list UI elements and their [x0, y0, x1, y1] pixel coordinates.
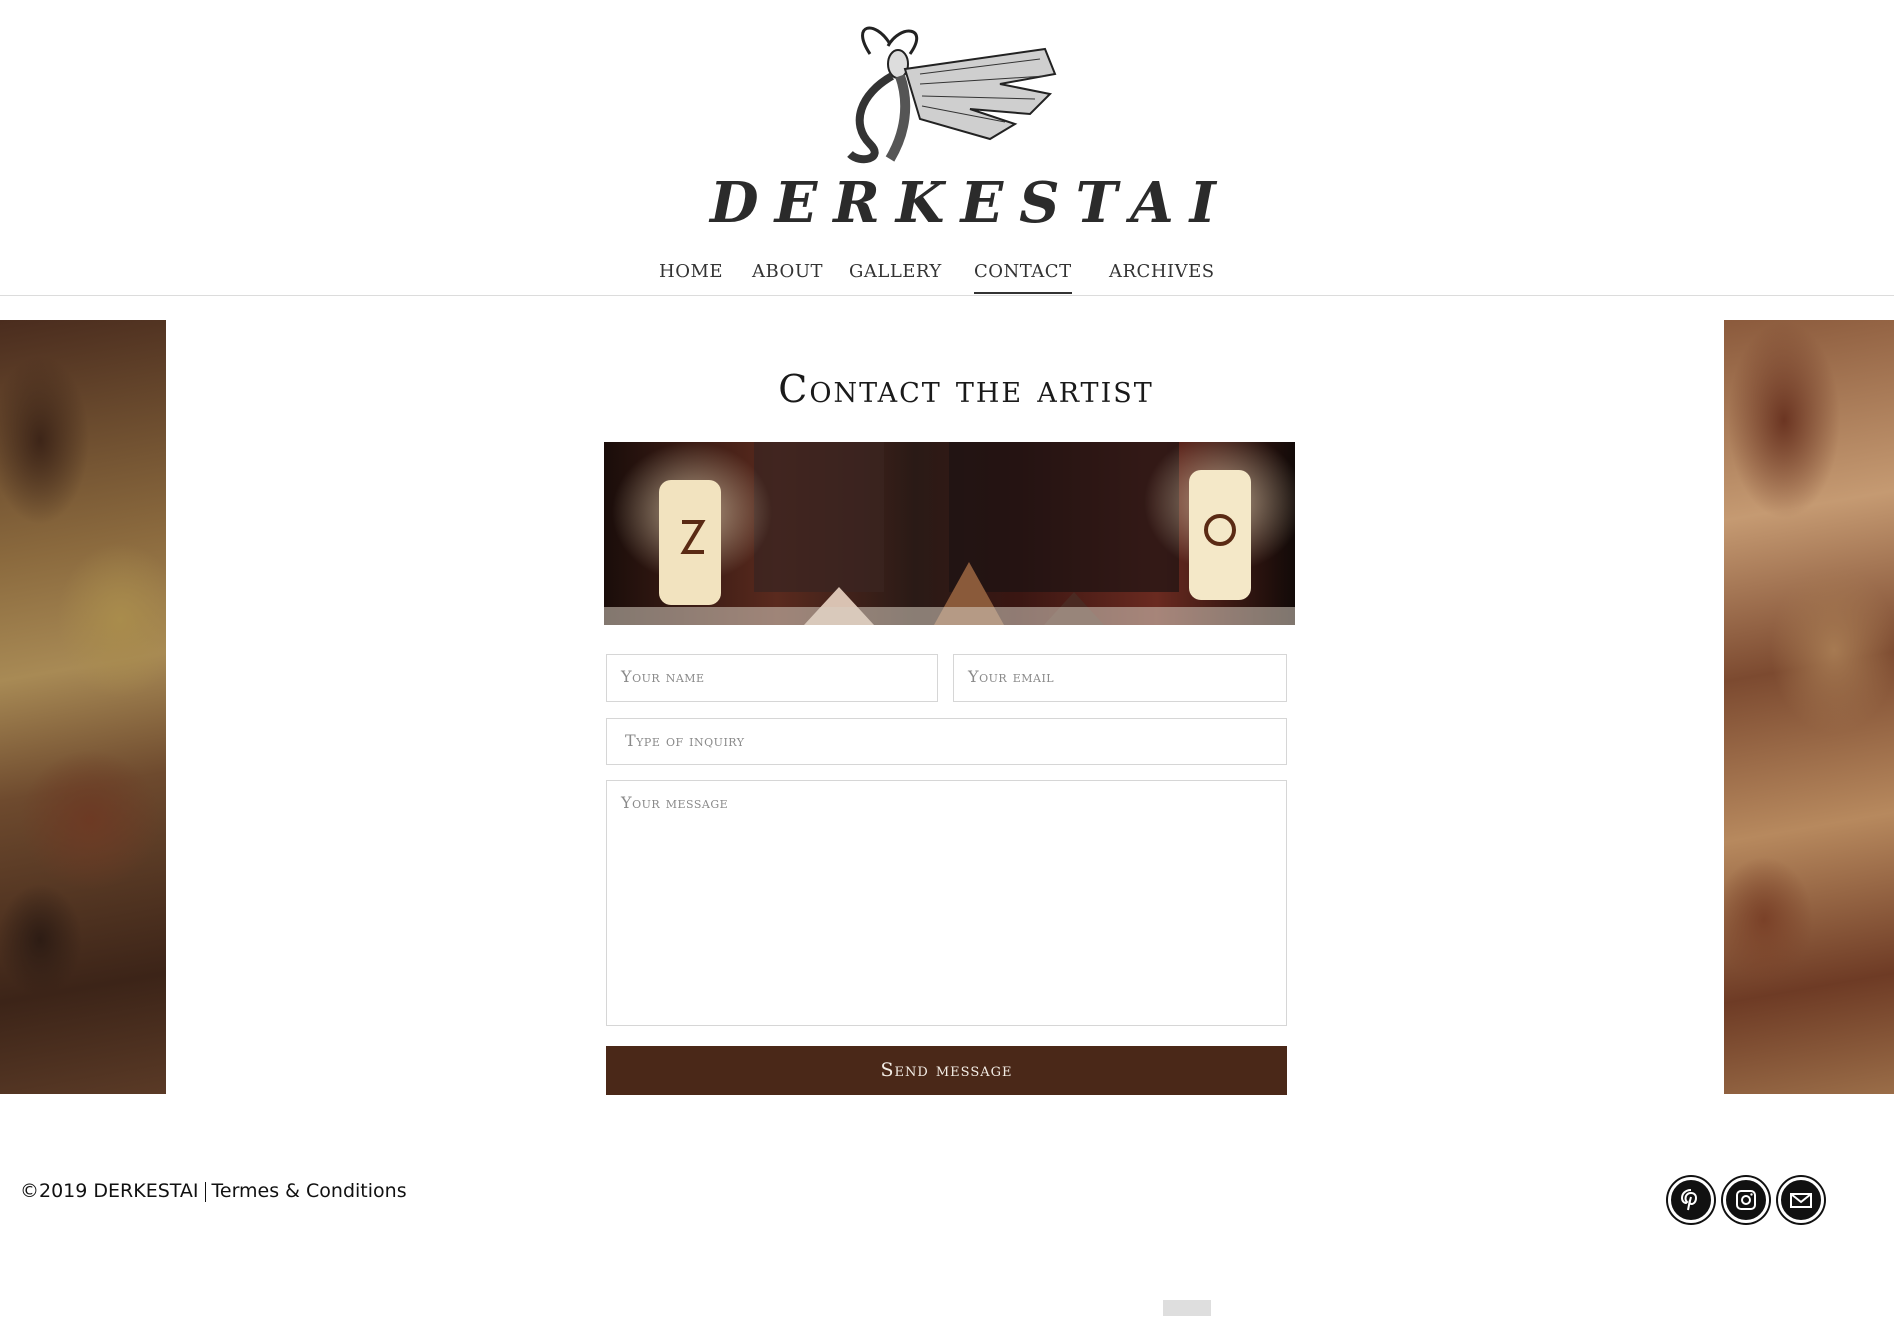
side-painting-left	[0, 320, 166, 1094]
side-painting-right	[1724, 320, 1894, 1094]
nav-item-contact[interactable]: Contact	[974, 261, 1072, 294]
name-placeholder: Your name	[621, 667, 705, 686]
message-placeholder: Your message	[621, 793, 729, 812]
contact-banner-image	[604, 442, 1295, 625]
nav-item-about[interactable]: About	[752, 261, 823, 282]
pinterest-icon[interactable]	[1668, 1177, 1714, 1223]
inquiry-placeholder: Type of inquiry	[625, 731, 745, 750]
main-navigation: Home About Gallery Contact Archives	[0, 255, 1894, 296]
copyright-text: ©2019 DERKESTAI	[20, 1180, 199, 1202]
message-textarea[interactable]: Your message	[606, 780, 1287, 1026]
email-input[interactable]: Your email	[953, 654, 1287, 702]
nav-item-home[interactable]: Home	[659, 261, 723, 282]
instagram-icon[interactable]	[1723, 1177, 1769, 1223]
scroll-indicator	[1163, 1300, 1211, 1316]
send-message-button[interactable]: Send message	[606, 1046, 1287, 1095]
page-title: Contact the artist	[778, 367, 1154, 411]
nav-item-archives[interactable]: Archives	[1109, 261, 1215, 282]
inquiry-type-select[interactable]: Type of inquiry	[606, 718, 1287, 765]
footer-credits: ©2019 DERKESTAI Termes & Conditions	[20, 1180, 407, 1202]
terms-link[interactable]: Termes & Conditions	[212, 1180, 407, 1202]
winged-serpent-emblem	[847, 26, 1057, 164]
brand-wordmark: DERKESTAI	[710, 170, 1232, 236]
name-input[interactable]: Your name	[606, 654, 938, 702]
nav-item-gallery[interactable]: Gallery	[849, 261, 942, 282]
email-placeholder: Your email	[968, 667, 1055, 686]
mail-icon[interactable]	[1778, 1177, 1824, 1223]
footer-divider	[204, 1181, 206, 1202]
